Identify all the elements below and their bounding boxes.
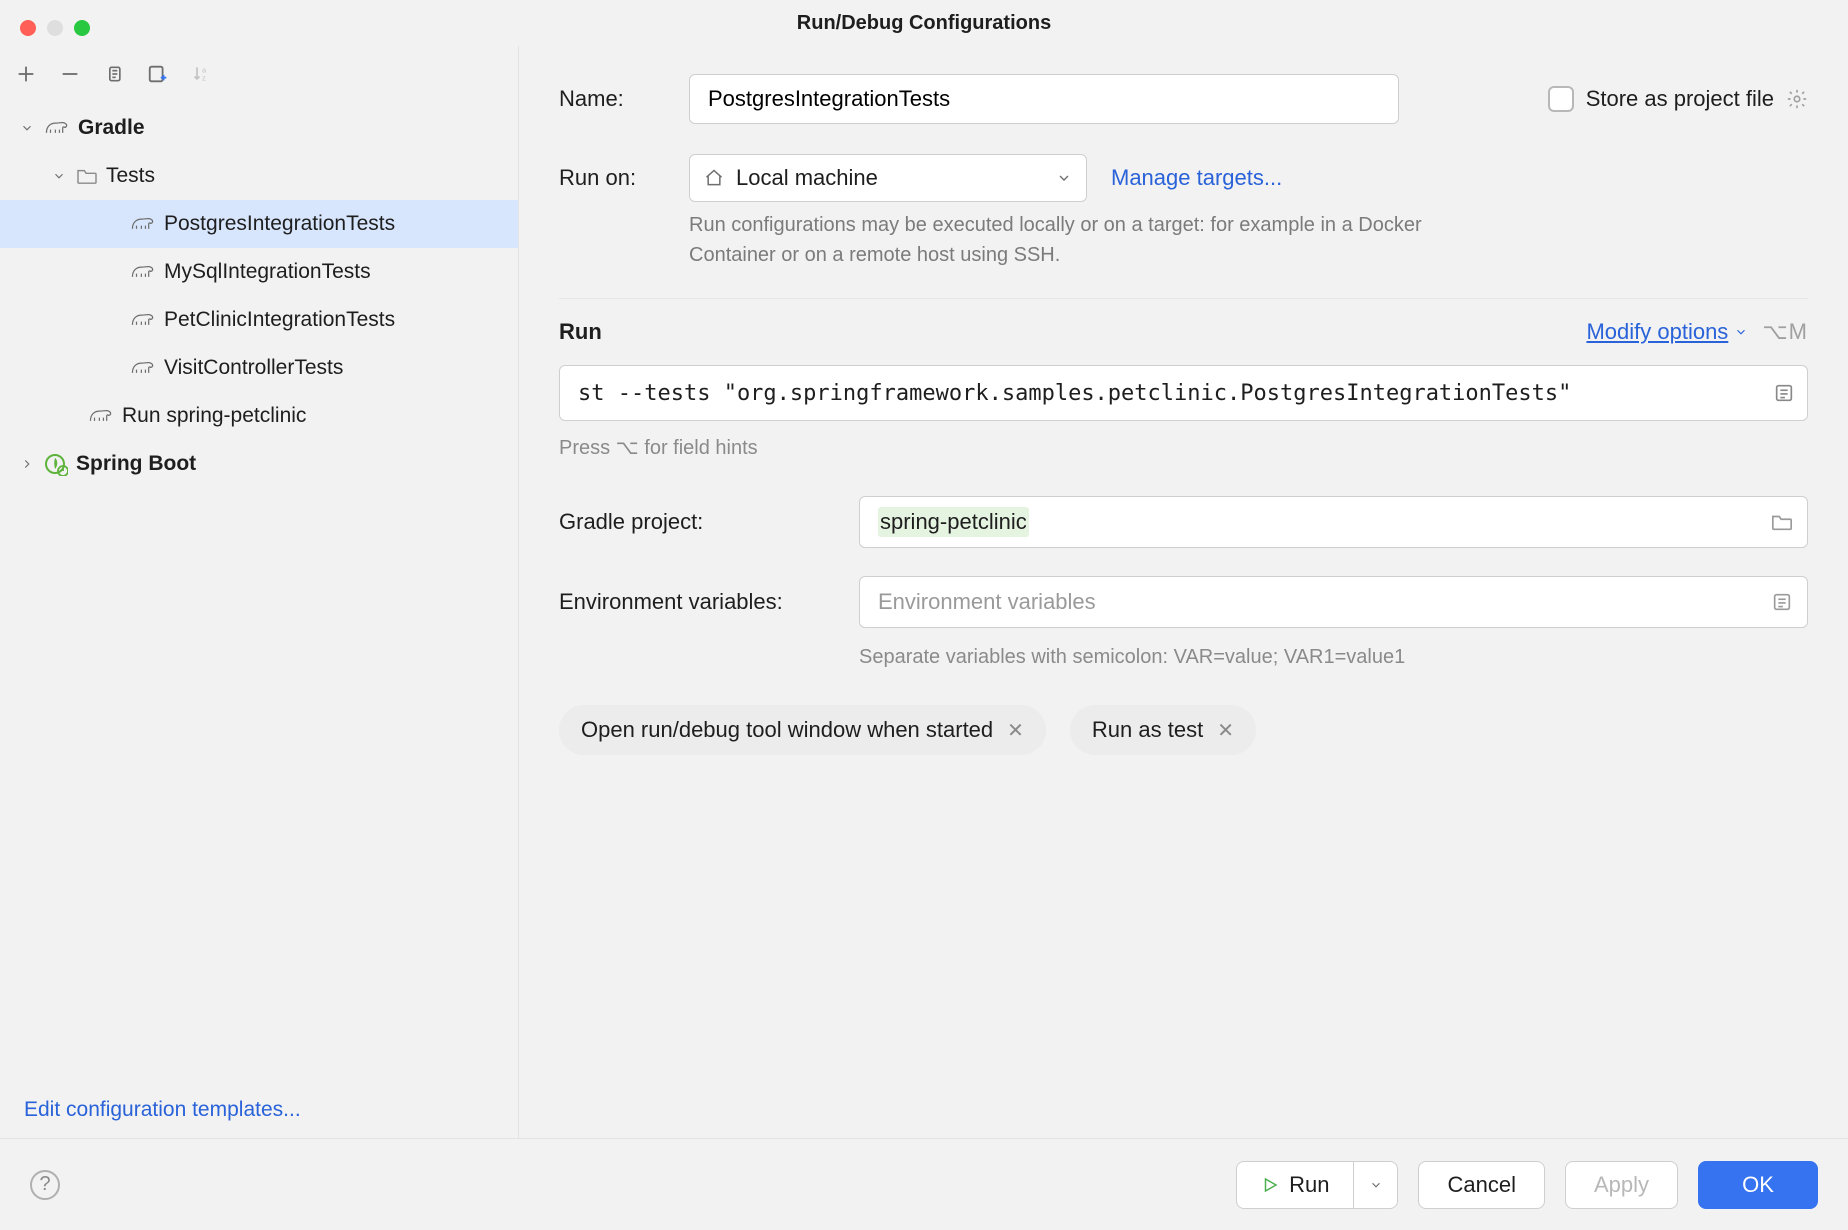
option-chip-run-as-test[interactable]: Run as test ✕ [1070, 705, 1256, 755]
env-vars-input[interactable]: Environment variables [859, 576, 1808, 628]
gradle-icon [130, 213, 156, 235]
gradle-icon [88, 405, 114, 427]
dialog-window: Run/Debug Configurations az [0, 0, 1848, 1230]
gradle-icon [130, 261, 156, 283]
tree-label: Gradle [78, 116, 145, 140]
run-button[interactable]: Run [1236, 1161, 1354, 1209]
sidebar: az Gradle [0, 46, 519, 1138]
sort-az-icon: az [190, 62, 214, 86]
run-dropdown-button[interactable] [1354, 1161, 1398, 1209]
manage-targets-link[interactable]: Manage targets... [1111, 165, 1282, 191]
chevron-down-icon [1056, 170, 1072, 186]
titlebar: Run/Debug Configurations [0, 0, 1848, 46]
remove-chip-icon[interactable]: ✕ [1007, 718, 1024, 743]
remove-configuration-icon[interactable] [58, 62, 82, 86]
tree-node-gradle[interactable]: Gradle [0, 104, 518, 152]
store-as-project-checkbox[interactable] [1548, 86, 1574, 112]
run-button-label: Run [1289, 1172, 1329, 1198]
main-panel: Name: Store as project file Run on: Loca [519, 46, 1848, 1138]
store-as-project-label: Store as project file [1586, 86, 1774, 112]
tree-node-tests-folder[interactable]: Tests [0, 152, 518, 200]
chip-label: Run as test [1092, 717, 1203, 743]
env-vars-label: Environment variables: [559, 589, 859, 615]
tree-item-postgres-tests[interactable]: PostgresIntegrationTests [0, 200, 518, 248]
chevron-down-icon [50, 169, 68, 183]
ok-button[interactable]: OK [1698, 1161, 1818, 1209]
tree-label: MySqlIntegrationTests [164, 260, 371, 284]
apply-button: Apply [1565, 1161, 1678, 1209]
run-button-group: Run [1236, 1161, 1398, 1209]
run-command-text: st --tests "org.springframework.samples.… [578, 381, 1571, 406]
tree-label: Run spring-petclinic [122, 404, 306, 428]
svg-text:z: z [202, 74, 206, 83]
dialog-title: Run/Debug Configurations [797, 12, 1051, 35]
run-on-help-text: Run configurations may be executed local… [689, 210, 1509, 270]
configurations-tree: Gradle Tests PostgresIntegrationTests [0, 100, 518, 1082]
cancel-button[interactable]: Cancel [1418, 1161, 1544, 1209]
save-configuration-icon[interactable] [146, 62, 170, 86]
chip-label: Open run/debug tool window when started [581, 717, 993, 743]
gradle-icon [130, 357, 156, 379]
gradle-project-value: spring-petclinic [878, 507, 1029, 537]
run-on-select[interactable]: Local machine [689, 154, 1087, 202]
expand-icon[interactable] [1773, 382, 1795, 404]
tree-label: Spring Boot [76, 452, 196, 476]
env-vars-placeholder: Environment variables [878, 589, 1096, 615]
gradle-icon [44, 117, 70, 139]
gear-icon[interactable] [1786, 88, 1808, 110]
chevron-down-icon [18, 121, 36, 135]
tree-label: VisitControllerTests [164, 356, 343, 380]
close-window-icon[interactable] [20, 20, 36, 36]
name-label: Name: [559, 86, 689, 112]
footer: ? Run Cancel Apply OK [0, 1138, 1848, 1230]
list-edit-icon[interactable] [1771, 591, 1793, 613]
modify-options-shortcut: ⌥M [1762, 319, 1808, 345]
gradle-project-label: Gradle project: [559, 509, 859, 535]
remove-chip-icon[interactable]: ✕ [1217, 718, 1234, 743]
chevron-right-icon [18, 457, 36, 471]
name-input[interactable] [689, 74, 1399, 124]
modify-options-label: Modify options [1586, 319, 1728, 345]
run-command-input[interactable]: st --tests "org.springframework.samples.… [559, 365, 1808, 421]
zoom-window-icon[interactable] [74, 20, 90, 36]
field-hint: Press ⌥ for field hints [559, 435, 1808, 460]
gradle-icon [130, 309, 156, 331]
tree-item-run-spring-petclinic[interactable]: Run spring-petclinic [0, 392, 518, 440]
help-icon[interactable]: ? [30, 1170, 60, 1200]
modify-options-link[interactable]: Modify options [1586, 319, 1748, 345]
apply-button-label: Apply [1594, 1172, 1649, 1198]
env-vars-hint: Separate variables with semicolon: VAR=v… [859, 646, 1808, 669]
folder-icon [76, 167, 98, 185]
run-on-value: Local machine [736, 165, 878, 191]
tree-item-petclinic-tests[interactable]: PetClinicIntegrationTests [0, 296, 518, 344]
spring-boot-icon [44, 452, 68, 476]
minimize-window-icon [47, 20, 63, 36]
tree-label: PostgresIntegrationTests [164, 212, 395, 236]
add-configuration-icon[interactable] [14, 62, 38, 86]
edit-templates-link[interactable]: Edit configuration templates... [24, 1098, 301, 1121]
section-run-title: Run [559, 319, 602, 345]
tree-item-mysql-tests[interactable]: MySqlIntegrationTests [0, 248, 518, 296]
option-chip-open-tool-window[interactable]: Open run/debug tool window when started … [559, 705, 1046, 755]
folder-browse-icon[interactable] [1771, 512, 1793, 532]
tree-label: PetClinicIntegrationTests [164, 308, 395, 332]
copy-configuration-icon[interactable] [102, 62, 126, 86]
tree-label: Tests [106, 164, 155, 188]
run-on-label: Run on: [559, 165, 689, 191]
sidebar-toolbar: az [0, 54, 518, 100]
ok-button-label: OK [1742, 1172, 1774, 1198]
tree-node-spring-boot[interactable]: Spring Boot [0, 440, 518, 488]
cancel-button-label: Cancel [1447, 1172, 1515, 1198]
window-controls [20, 20, 90, 36]
tree-item-visitcontroller-tests[interactable]: VisitControllerTests [0, 344, 518, 392]
gradle-project-input[interactable]: spring-petclinic [859, 496, 1808, 548]
home-icon [704, 168, 724, 188]
